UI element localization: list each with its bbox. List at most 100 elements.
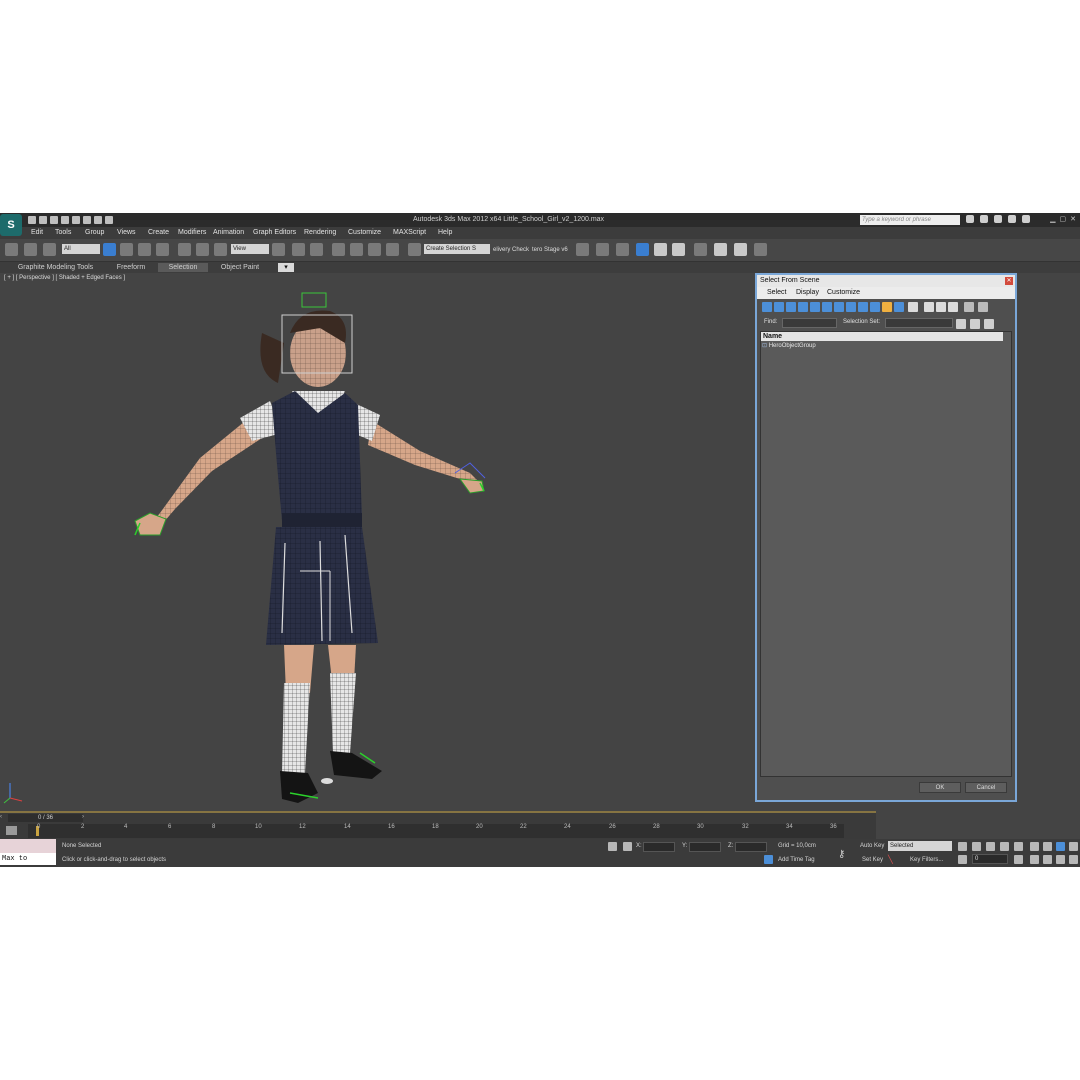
- snaps-toggle-icon[interactable]: [332, 243, 345, 256]
- select-by-name-icon[interactable]: [120, 243, 133, 256]
- tab-freeform[interactable]: Freeform: [108, 263, 154, 272]
- tab-selection[interactable]: Selection: [158, 263, 208, 272]
- bind-space-warp-icon[interactable]: [43, 243, 56, 256]
- edit-named-selection-icon[interactable]: [408, 243, 421, 256]
- window-crossing-icon[interactable]: [156, 243, 169, 256]
- pan-view-icon[interactable]: [1043, 855, 1052, 864]
- menu-edit[interactable]: Edit: [31, 229, 43, 236]
- fetch-icon[interactable]: [94, 216, 102, 224]
- menu-graph-editors[interactable]: Graph Editors: [253, 229, 296, 236]
- edit-set-icon[interactable]: [970, 319, 980, 329]
- select-object-icon[interactable]: [103, 243, 116, 256]
- absolute-mode-icon[interactable]: [623, 842, 632, 851]
- ok-button[interactable]: OK: [919, 782, 961, 793]
- go-to-end-icon[interactable]: [1014, 842, 1023, 851]
- cancel-button[interactable]: Cancel: [965, 782, 1007, 793]
- graphite-toggle-icon[interactable]: [636, 243, 649, 256]
- help-search-input[interactable]: Type a keyword or phrase: [860, 215, 960, 225]
- menu-tools[interactable]: Tools: [55, 229, 71, 236]
- pivot-center-icon[interactable]: [272, 243, 285, 256]
- hold-icon[interactable]: [83, 216, 91, 224]
- app-logo-icon[interactable]: S: [0, 214, 22, 236]
- dialog-menu-customize[interactable]: Customize: [827, 289, 860, 296]
- key-filters-button[interactable]: Key Filters...: [910, 857, 943, 863]
- maximize-viewport-icon[interactable]: [1069, 855, 1078, 864]
- display-shapes-icon[interactable]: [774, 302, 784, 312]
- layer-manager-icon[interactable]: [616, 243, 629, 256]
- next-frame-icon[interactable]: [1000, 842, 1009, 851]
- delivery-check-button[interactable]: elivery Check: [493, 247, 529, 253]
- timeline-track[interactable]: 0 2 4 6 8 10 12 14 16 18 20 22 24 26 28 …: [28, 824, 844, 838]
- named-selection-dropdown[interactable]: Create Selection S: [424, 244, 490, 254]
- display-containers-icon[interactable]: [870, 302, 880, 312]
- menu-group[interactable]: Group: [85, 229, 104, 236]
- tab-graphite-modeling-tools[interactable]: Graphite Modeling Tools: [8, 263, 103, 272]
- display-hidden-icon[interactable]: [894, 302, 904, 312]
- field-of-view-icon[interactable]: [1030, 855, 1039, 864]
- close-icon[interactable]: ✕: [1070, 215, 1076, 223]
- favorites-star-icon[interactable]: [1008, 215, 1016, 223]
- move-icon[interactable]: [178, 243, 191, 256]
- open-file-icon[interactable]: [39, 216, 47, 224]
- dialog-menu-display[interactable]: Display: [796, 289, 819, 296]
- add-time-tag-button[interactable]: Add Time Tag: [778, 857, 815, 863]
- delete-set-icon[interactable]: [984, 319, 994, 329]
- spinner-snap-icon[interactable]: [386, 243, 399, 256]
- display-frozen-icon[interactable]: [882, 302, 892, 312]
- time-slider-prev-icon[interactable]: ‹: [0, 814, 2, 820]
- current-frame-field[interactable]: 0: [972, 854, 1008, 864]
- dialog-menu-select[interactable]: Select: [767, 289, 786, 296]
- zoom-extents-all-icon[interactable]: [1069, 842, 1078, 851]
- unlink-icon[interactable]: [24, 243, 37, 256]
- previous-frame-icon[interactable]: [972, 842, 981, 851]
- scale-icon[interactable]: [214, 243, 227, 256]
- column-header-name[interactable]: Name: [761, 332, 1003, 341]
- maximize-icon[interactable]: ▢: [1060, 215, 1067, 223]
- y-coordinate-field[interactable]: [689, 842, 721, 852]
- mirror-icon[interactable]: [576, 243, 589, 256]
- curve-editor-icon[interactable]: [654, 243, 667, 256]
- maxscript-mini-listener[interactable]: Max to Physc.: [0, 853, 56, 865]
- time-slider-next-icon[interactable]: ›: [82, 814, 84, 820]
- ribbon-options-icon[interactable]: ▾: [278, 263, 294, 272]
- display-all-icon[interactable]: [908, 302, 918, 312]
- zoom-icon[interactable]: [1030, 842, 1039, 851]
- time-tag-icon[interactable]: [764, 855, 773, 864]
- filter-funnel-icon[interactable]: [964, 302, 974, 312]
- display-helpers-icon[interactable]: [810, 302, 820, 312]
- key-mode-toggle-icon[interactable]: [958, 855, 967, 864]
- display-geometry-icon[interactable]: [762, 302, 772, 312]
- hero-stage-button[interactable]: tero Stage v6: [532, 247, 568, 253]
- select-manipulate-icon[interactable]: [292, 243, 305, 256]
- tab-object-paint[interactable]: Object Paint: [212, 263, 268, 272]
- communication-icon[interactable]: [994, 215, 1002, 223]
- selection-lock-icon[interactable]: [608, 842, 617, 851]
- orbit-icon[interactable]: [1056, 855, 1065, 864]
- menu-customize[interactable]: Customize: [348, 229, 381, 236]
- help-icon[interactable]: [1022, 215, 1030, 223]
- x-coordinate-field[interactable]: [643, 842, 675, 852]
- save-file-icon[interactable]: [50, 216, 58, 224]
- rectangular-selection-icon[interactable]: [138, 243, 151, 256]
- menu-modifiers[interactable]: Modifiers: [178, 229, 206, 236]
- dialog-close-icon[interactable]: ✕: [1005, 277, 1013, 285]
- render-teapot-icon[interactable]: [754, 243, 767, 256]
- reference-coordinate-dropdown[interactable]: View: [231, 244, 269, 254]
- create-set-icon[interactable]: [956, 319, 966, 329]
- menu-maxscript[interactable]: MAXScript: [393, 229, 426, 236]
- material-editor-icon[interactable]: [694, 243, 707, 256]
- undo-icon[interactable]: [61, 216, 69, 224]
- maxscript-listener[interactable]: [0, 839, 56, 853]
- display-lights-icon[interactable]: [786, 302, 796, 312]
- render-setup-icon[interactable]: [714, 243, 727, 256]
- menu-help[interactable]: Help: [438, 229, 452, 236]
- menu-create[interactable]: Create: [148, 229, 169, 236]
- project-folder-icon[interactable]: [105, 216, 113, 224]
- new-file-icon[interactable]: [28, 216, 36, 224]
- mini-curve-editor-icon[interactable]: [6, 826, 17, 835]
- percent-snap-icon[interactable]: [368, 243, 381, 256]
- display-xrefs-icon[interactable]: [846, 302, 856, 312]
- menu-views[interactable]: Views: [117, 229, 136, 236]
- play-icon[interactable]: [986, 842, 995, 851]
- perspective-viewport[interactable]: [ + ] [ Perspective ] [ Shaded + Edged F…: [0, 273, 876, 813]
